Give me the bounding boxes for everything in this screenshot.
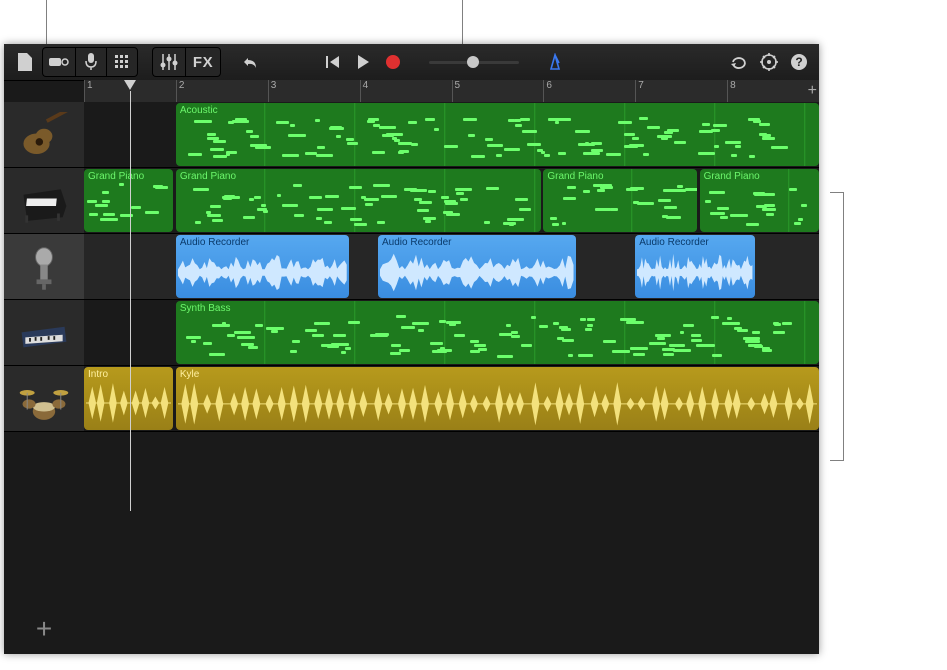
svg-text:?: ? (795, 55, 802, 69)
region[interactable]: Grand Piano (176, 169, 541, 232)
callout-bracket-right (843, 192, 844, 461)
callout-bracket-top (830, 192, 844, 193)
guitar-icon (16, 112, 72, 158)
region[interactable]: Intro (84, 367, 173, 430)
region[interactable]: Acoustic (176, 103, 819, 166)
tracks-view-window: FX ? (4, 44, 819, 654)
region[interactable]: Audio Recorder (635, 235, 754, 298)
my-songs-button[interactable] (10, 48, 40, 76)
track-header-drums[interactable] (4, 366, 84, 432)
instrument-browser-button[interactable] (42, 47, 75, 77)
fx-label: FX (193, 54, 213, 71)
drums-icon (16, 376, 72, 422)
playhead-line (130, 91, 131, 511)
region[interactable]: Grand Piano (700, 169, 819, 232)
loop-browser-button[interactable] (725, 48, 753, 76)
region-label: Audio Recorder (378, 235, 576, 250)
master-volume-slider[interactable] (429, 56, 519, 68)
track-header-synth[interactable] (4, 300, 84, 366)
synth-icon (16, 310, 72, 356)
callout-bracket-bottom (830, 460, 844, 461)
grid-browser-button[interactable] (106, 47, 138, 77)
region-label: Audio Recorder (635, 235, 754, 250)
region[interactable]: Synth Bass (176, 301, 819, 364)
track-lane[interactable]: IntroKyle (84, 366, 819, 432)
region-label: Intro (84, 367, 173, 382)
callout-line-left (46, 0, 47, 48)
region[interactable]: Grand Piano (84, 169, 173, 232)
ruler-tick: 2 (176, 80, 185, 102)
piano-icon (16, 178, 72, 224)
track-header-guitar[interactable] (4, 102, 84, 168)
track-header-mic[interactable] (4, 234, 84, 300)
track-lane[interactable]: Acoustic (84, 102, 819, 168)
track-headers-column (4, 102, 84, 432)
region-label: Audio Recorder (176, 235, 349, 250)
add-section-button[interactable]: + (808, 82, 817, 100)
track-lane[interactable]: Grand PianoGrand PianoGrand PianoGrand P… (84, 168, 819, 234)
record-button[interactable] (379, 48, 407, 76)
ruler-tick: 6 (543, 80, 552, 102)
region-label: Kyle (176, 367, 819, 382)
go-to-beginning-button[interactable] (319, 48, 347, 76)
control-bar: FX ? (4, 44, 819, 81)
ruler-tick: 5 (452, 80, 461, 102)
region[interactable]: Audio Recorder (378, 235, 576, 298)
ruler-tick: 7 (635, 80, 644, 102)
region-label: Grand Piano (543, 169, 696, 184)
region-label: Grand Piano (84, 169, 173, 184)
fx-button[interactable]: FX (185, 47, 221, 77)
tracks-area[interactable]: AcousticGrand PianoGrand PianoGrand Pian… (84, 102, 819, 432)
ruler-tick: 8 (727, 80, 736, 102)
track-lane[interactable]: Synth Bass (84, 300, 819, 366)
ruler-tick: 3 (268, 80, 277, 102)
help-button[interactable]: ? (785, 48, 813, 76)
playhead[interactable] (124, 80, 135, 91)
region-label: Synth Bass (176, 301, 819, 316)
add-track-button[interactable]: + (4, 604, 84, 654)
region[interactable]: Grand Piano (543, 169, 696, 232)
metronome-button[interactable] (541, 48, 569, 76)
undo-button[interactable] (235, 48, 265, 76)
mic-icon (16, 244, 72, 290)
region-label: Grand Piano (700, 169, 819, 184)
region[interactable]: Audio Recorder (176, 235, 349, 298)
settings-button[interactable] (755, 48, 783, 76)
track-lane[interactable]: Audio Recorder Audio Recorder Audio Record… (84, 234, 819, 300)
track-header-piano[interactable] (4, 168, 84, 234)
region-label: Grand Piano (176, 169, 541, 184)
ruler-tick: 4 (360, 80, 369, 102)
ruler-tick: 1 (84, 80, 93, 102)
bar-ruler[interactable]: + 1 2 3 4 5 6 7 8 (84, 80, 819, 103)
region[interactable]: Kyle (176, 367, 819, 430)
play-button[interactable] (349, 48, 377, 76)
track-controls-button[interactable] (152, 47, 185, 77)
microphone-button[interactable] (75, 47, 106, 77)
region-label: Acoustic (176, 103, 819, 118)
